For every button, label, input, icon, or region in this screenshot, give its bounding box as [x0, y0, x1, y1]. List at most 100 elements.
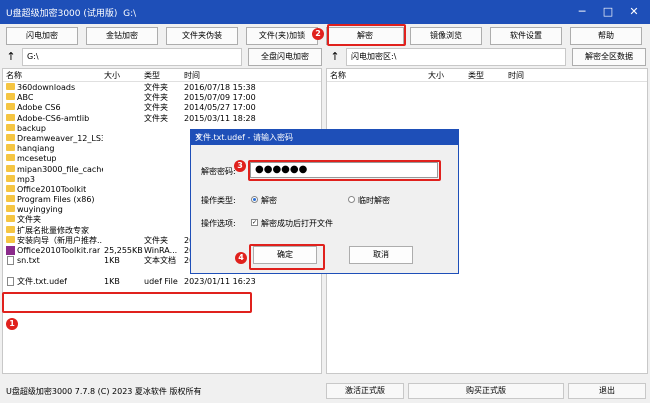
password-label: 解密密码: [201, 167, 236, 176]
title-bar: U盘超级加密3000 (试用版) G:\ ─ □ ✕ [0, 0, 650, 24]
folder-icon [6, 123, 15, 131]
right-path-input[interactable]: 闪电加密区:\ [346, 48, 566, 66]
left-path-bar: ↑ G:\ 全盘闪电加密 [4, 48, 322, 66]
minimize-button[interactable]: ─ [572, 3, 592, 21]
file-name: mp3 [17, 174, 35, 184]
dialog-title-bar: 文件.txt.udef - 请输入密码 ✕ [191, 130, 458, 145]
right-path-bar: ↑ 闪电加密区:\ 解密全区数据 [328, 48, 646, 66]
file-name: Adobe-CS6-amtlib [17, 113, 90, 123]
folder-icon [6, 83, 15, 90]
col-type-header[interactable]: 类型 [468, 70, 484, 81]
password-input[interactable]: ●●●●●● [250, 162, 438, 178]
close-button[interactable]: ✕ [624, 3, 644, 21]
activate-button[interactable]: 激活正式版 [326, 383, 404, 399]
op-option-label: 操作选项: [201, 219, 236, 228]
file-time: 2016/07/18 15:38 [184, 83, 256, 92]
file-icon [7, 256, 14, 266]
password-dialog: 文件.txt.udef - 请输入密码 ✕ 解密密码: ●●●●●● 操作类型:… [190, 129, 459, 274]
step-badge-1: 1 [6, 318, 18, 330]
col-size-header[interactable]: 大小 [428, 70, 444, 81]
cancel-button[interactable]: 取消 [349, 246, 413, 264]
folder-icon [6, 205, 15, 213]
table-row[interactable]: ABC 文件夹 2015/07/09 17:00 [3, 93, 321, 103]
archive-icon [6, 246, 15, 255]
table-row[interactable]: Adobe CS6 文件夹 2014/05/27 17:00 [3, 103, 321, 113]
window-title: U盘超级加密3000 (试用版) G:\ [6, 6, 136, 19]
file-name: ABC [17, 93, 34, 103]
step-badge-4: 4 [235, 252, 247, 264]
diamond-encrypt-button[interactable]: 金钻加密 [86, 27, 158, 45]
file-time: 2014/05/27 17:00 [184, 103, 256, 113]
file-name: Program Files (x86) [17, 195, 95, 205]
settings-button[interactable]: 软件设置 [490, 27, 562, 45]
file-type: WinRA... [144, 246, 178, 255]
temp-decrypt-radio[interactable] [348, 196, 355, 203]
left-path-input[interactable]: G:\ [22, 48, 242, 66]
col-size-header[interactable]: 大小 [104, 70, 120, 81]
folder-icon [6, 103, 15, 111]
file-time: 2023/01/11 16:23 [184, 276, 256, 286]
file-size: 25,255KB [104, 246, 143, 255]
flash-encrypt-button[interactable]: 闪电加密 [6, 27, 78, 45]
right-list-header: 名称 大小 类型 时间 [327, 69, 647, 82]
status-bar: U盘超级加密3000 7.7.8 (C) 2023 夏冰软件 版权所有 激活正式… [0, 382, 650, 400]
folder-icon [6, 144, 15, 152]
exit-button[interactable]: 退出 [568, 383, 646, 399]
up-arrow-icon[interactable]: ↑ [328, 50, 342, 64]
decrypt-button[interactable]: 解密 [326, 27, 404, 45]
file-type: udef File [144, 276, 178, 286]
file-size: 1KB [104, 276, 120, 286]
file-type: 文件夹 [144, 113, 168, 123]
file-type: 文件夹 [144, 93, 168, 103]
decrypt-all-button[interactable]: 解密全区数据 [572, 48, 646, 66]
file-name: 360downloads [17, 83, 76, 92]
table-row[interactable]: Adobe-CS6-amtlib 文件夹 2015/03/11 18:28 [3, 113, 321, 124]
file-type: 文本文档 [144, 256, 176, 266]
folder-icon [6, 164, 15, 172]
full-disk-encrypt-button[interactable]: 全盘闪电加密 [248, 48, 322, 66]
col-name-header[interactable]: 名称 [330, 70, 346, 81]
decrypt-radio[interactable] [251, 196, 258, 203]
table-row[interactable]: 文件.txt.udef 1KB udef File 2023/01/11 16:23 [3, 276, 321, 287]
file-size: 1KB [104, 256, 120, 266]
ok-button[interactable]: 确定 [253, 246, 317, 264]
toolbar: 闪电加密 金钻加密 文件夹伪装 文件(夹)加锁 解密 镜像浏览 软件设置 帮助 [0, 26, 650, 46]
file-type: 文件夹 [144, 103, 168, 113]
folder-icon [6, 215, 15, 223]
folder-icon [6, 174, 15, 182]
file-time: 2015/07/09 17:00 [184, 93, 256, 103]
file-name: sn.txt [17, 256, 40, 266]
open-after-checkbox[interactable]: ✓ [251, 219, 258, 226]
file-type: 文件夹 [144, 235, 168, 245]
current-path: G:\ [123, 9, 137, 19]
up-arrow-icon[interactable]: ↑ [4, 50, 18, 64]
file-name: 安装向导（新用户推荐... [17, 235, 103, 245]
open-after-label: 解密成功后打开文件 [261, 219, 333, 228]
folder-disguise-button[interactable]: 文件夹伪装 [166, 27, 238, 45]
folder-icon [6, 195, 15, 203]
file-name: wuyingying [17, 205, 63, 215]
col-time-header[interactable]: 时间 [508, 70, 524, 81]
file-name: Office2010Toolkit.rar [17, 246, 101, 255]
col-name-header[interactable]: 名称 [6, 70, 22, 81]
col-type-header[interactable]: 类型 [144, 70, 160, 81]
col-time-header[interactable]: 时间 [184, 70, 200, 81]
folder-icon [6, 154, 15, 162]
mirror-browse-button[interactable]: 镜像浏览 [410, 27, 482, 45]
op-type-label: 操作类型: [201, 196, 236, 205]
file-name: Office2010Toolkit [17, 184, 87, 194]
file-name: 文件.txt.udef [17, 276, 67, 286]
file-name: Dreamweaver_12_LS3 [17, 133, 103, 143]
temp-decrypt-radio-label: 临时解密 [358, 196, 390, 205]
maximize-button[interactable]: □ [598, 3, 618, 21]
folder-icon [6, 225, 15, 233]
copyright-text: U盘超级加密3000 7.7.8 (C) 2023 夏冰软件 版权所有 [6, 387, 202, 396]
file-name: mcesetup [17, 154, 57, 164]
buy-button[interactable]: 购买正式版 [408, 383, 564, 399]
close-icon[interactable]: ✕ [195, 132, 454, 141]
lock-button[interactable]: 文件(夹)加锁 [246, 27, 318, 45]
file-name: hanqiang [17, 144, 55, 154]
help-button[interactable]: 帮助 [570, 27, 642, 45]
table-row[interactable]: 360downloads 文件夹 2016/07/18 15:38 [3, 83, 321, 93]
left-list-header: 名称 大小 类型 时间 [3, 69, 321, 82]
